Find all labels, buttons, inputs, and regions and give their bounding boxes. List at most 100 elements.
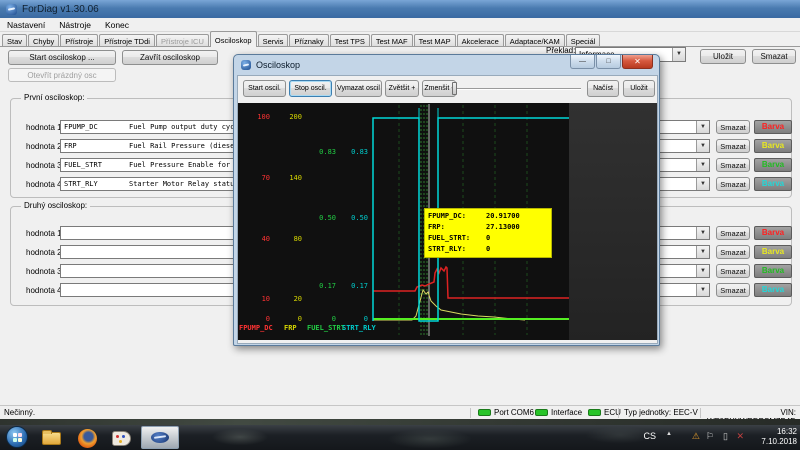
barva-button[interactable]: Barva (754, 158, 792, 172)
otevrit-prazdny-osc-button: Otevřít prázdný osc (8, 68, 116, 82)
tab-osciloskop[interactable]: Osciloskop (210, 31, 257, 47)
status-state: Nečinný. (4, 408, 35, 417)
chevron-down-icon[interactable]: ▼ (696, 246, 709, 258)
prvni-osciloskop-title: První osciloskop: (21, 93, 87, 102)
clock[interactable]: 16:32 7.10.2018 (761, 427, 797, 447)
smazat-row-button[interactable]: Smazat (716, 177, 750, 191)
smazat-row-button[interactable]: Smazat (716, 226, 750, 240)
tooltip-value: 0 (486, 233, 490, 244)
warning-icon[interactable]: ⚠ (692, 431, 700, 442)
axis-frp: 20 (278, 295, 302, 303)
barva-button[interactable]: Barva (754, 283, 792, 297)
time-slider-track[interactable] (453, 88, 581, 90)
barva-button[interactable]: Barva (754, 120, 792, 134)
fordiag-icon (151, 432, 169, 443)
hodnota4-label: hodnota 4 (26, 180, 62, 189)
barva-button[interactable]: Barva (754, 139, 792, 153)
chevron-down-icon[interactable]: ▼ (696, 159, 709, 171)
smazat-row-button[interactable]: Smazat (716, 120, 750, 134)
ulozit-scope-button[interactable]: Uložit (623, 80, 655, 97)
smazat-row-button[interactable]: Smazat (716, 139, 750, 153)
time-slider-thumb[interactable] (452, 82, 457, 95)
barva-button[interactable]: Barva (754, 226, 792, 240)
tooltip-label: STRT_RLY: (428, 244, 486, 255)
chevron-down-icon[interactable]: ▼ (672, 48, 685, 61)
start-osciloskop-button[interactable]: Start osciloskop ... (8, 50, 116, 65)
ulozit-button[interactable]: Uložit (700, 49, 746, 64)
cursor-value-tooltip: FPUMP_DC:20.91700 FRP:27.13000 FUEL_STRT… (424, 208, 552, 258)
axis-strt-rly: 0.50 (340, 214, 368, 222)
flag-icon[interactable]: ⚐ (706, 431, 714, 442)
zmensit-button[interactable]: Zmenšit - (422, 80, 456, 97)
zvetsit-button[interactable]: Zvětšit + (385, 80, 419, 97)
channel-name-frp: FRP (284, 324, 297, 332)
hodnota3-value: FUEL_STRT (64, 161, 102, 169)
frp-trace (373, 290, 525, 320)
chevron-down-icon[interactable]: ▼ (696, 140, 709, 152)
menu-nastroje[interactable]: Nástroje (52, 18, 98, 31)
barva-button[interactable]: Barva (754, 177, 792, 191)
smazat-row-button[interactable]: Smazat (716, 264, 750, 278)
channel-name-fpump: FPUMP_DC (239, 324, 273, 332)
smazat-row-button[interactable]: Smazat (716, 245, 750, 259)
zavrit-osciloskop-button[interactable]: Zavřít osciloskop (122, 50, 218, 65)
hodnota4-label-2: hodnota 4 (26, 286, 62, 295)
window-title: ForDiag v1.30.06 (22, 4, 99, 15)
channel-name-fuel-strt: FUEL_STRT (307, 324, 345, 332)
barva-button[interactable]: Barva (754, 264, 792, 278)
channel-name-strt-rly: STRT_RLY (342, 324, 376, 332)
hodnota2-desc: Fuel Rail Pressure (diese (129, 142, 234, 150)
menubar: Nastavení Nástroje Konec (0, 18, 800, 32)
fpump-dc-trace (373, 267, 569, 298)
chevron-down-icon[interactable]: ▼ (696, 227, 709, 239)
language-indicator[interactable]: CS (643, 431, 656, 441)
tooltip-label: FPUMP_DC: (428, 211, 486, 222)
axis-fuel-strt: 0 (308, 315, 336, 323)
chevron-down-icon[interactable]: ▼ (696, 284, 709, 296)
close-icon[interactable]: ✕ (622, 55, 653, 69)
minimize-icon[interactable]: — (570, 55, 595, 69)
chevron-down-icon[interactable]: ▼ (696, 265, 709, 277)
axis-fpump: 40 (246, 235, 270, 243)
scope-plot[interactable]: 100 70 40 10 0 200 140 80 20 0 0.83 0.50… (238, 103, 657, 340)
stop-oscil-button[interactable]: Stop oscil. (289, 80, 332, 97)
smazat-row-button[interactable]: Smazat (716, 158, 750, 172)
hodnota1-label-2: hodnota 1 (26, 229, 62, 238)
hodnota2-label: hodnota 2 (26, 142, 62, 151)
axis-fuel-strt: 0.50 (308, 214, 336, 222)
scope-app-icon (241, 60, 251, 70)
chevron-down-icon[interactable]: ▼ (696, 121, 709, 133)
device-icon[interactable]: ▯ (723, 431, 728, 442)
axis-strt-rly: 0.83 (340, 148, 368, 156)
paint-icon[interactable] (108, 428, 134, 448)
main-titlebar: ForDiag v1.30.06 (0, 0, 800, 18)
taskbar: CS ▲ ⚠ ⚐ ▯ ✕ 16:32 7.10.2018 (0, 425, 800, 450)
scope-window-title: Osciloskop (256, 60, 300, 70)
axis-frp: 200 (278, 113, 302, 121)
smazat-row-button[interactable]: Smazat (716, 283, 750, 297)
interface-led (535, 409, 548, 416)
axis-fuel-strt: 0.83 (308, 148, 336, 156)
axis-fpump: 10 (246, 295, 270, 303)
fordiag-taskbar-button[interactable] (141, 426, 179, 449)
unit-type: Typ jednotky: EEC-V (624, 408, 698, 417)
hodnota4-desc: Starter Motor Relay statu (129, 180, 234, 188)
chevron-down-icon[interactable]: ▼ (696, 178, 709, 190)
barva-button[interactable]: Barva (754, 245, 792, 259)
maximize-icon[interactable]: □ (596, 55, 621, 69)
show-hidden-icons-icon[interactable]: ▲ (666, 431, 672, 437)
menu-nastaveni[interactable]: Nastavení (0, 18, 52, 31)
menu-konec[interactable]: Konec (98, 18, 136, 31)
explorer-icon[interactable] (38, 428, 64, 448)
vymazat-oscil-button[interactable]: Vymazat oscil (335, 80, 382, 97)
firefox-icon[interactable] (74, 428, 100, 448)
start-button-icon[interactable] (6, 426, 28, 448)
nacist-button[interactable]: Načíst (587, 80, 619, 97)
axis-frp: 140 (278, 174, 302, 182)
axis-frp: 80 (278, 235, 302, 243)
start-oscil-button[interactable]: Start oscil. (243, 80, 286, 97)
hodnota1-label: hodnota 1 (26, 123, 62, 132)
mute-speaker-icon[interactable]: ✕ (736, 431, 744, 442)
smazat-top-button[interactable]: Smazat (752, 49, 796, 64)
oscilloscope-window: Osciloskop — □ ✕ Start oscil. Stop oscil… (233, 54, 660, 346)
